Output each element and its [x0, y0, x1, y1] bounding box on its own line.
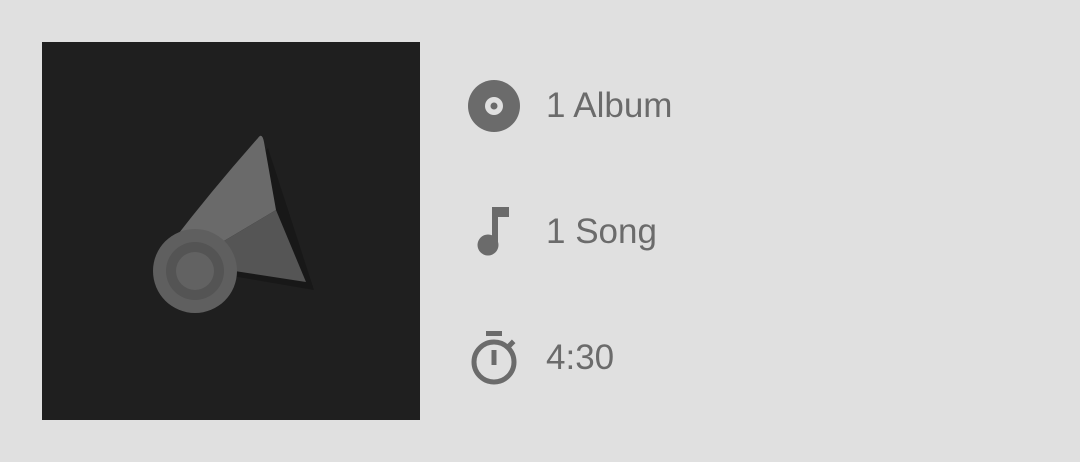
- album-disc-icon: [466, 78, 522, 134]
- music-note-icon: [466, 204, 522, 260]
- album-count-label: 1 Album: [546, 86, 673, 125]
- artist-artwork: [42, 42, 420, 420]
- song-count-row: 1 Song: [466, 204, 657, 260]
- stopwatch-icon: [466, 330, 522, 386]
- duration-row: 4:30: [466, 330, 614, 386]
- artist-info-screen: 1 Album 1 Song 4:30: [0, 0, 1080, 462]
- song-count-label: 1 Song: [546, 212, 657, 251]
- gramophone-horn-logo: [153, 135, 314, 313]
- duration-label: 4:30: [546, 338, 615, 377]
- album-count-row: 1 Album: [466, 78, 672, 134]
